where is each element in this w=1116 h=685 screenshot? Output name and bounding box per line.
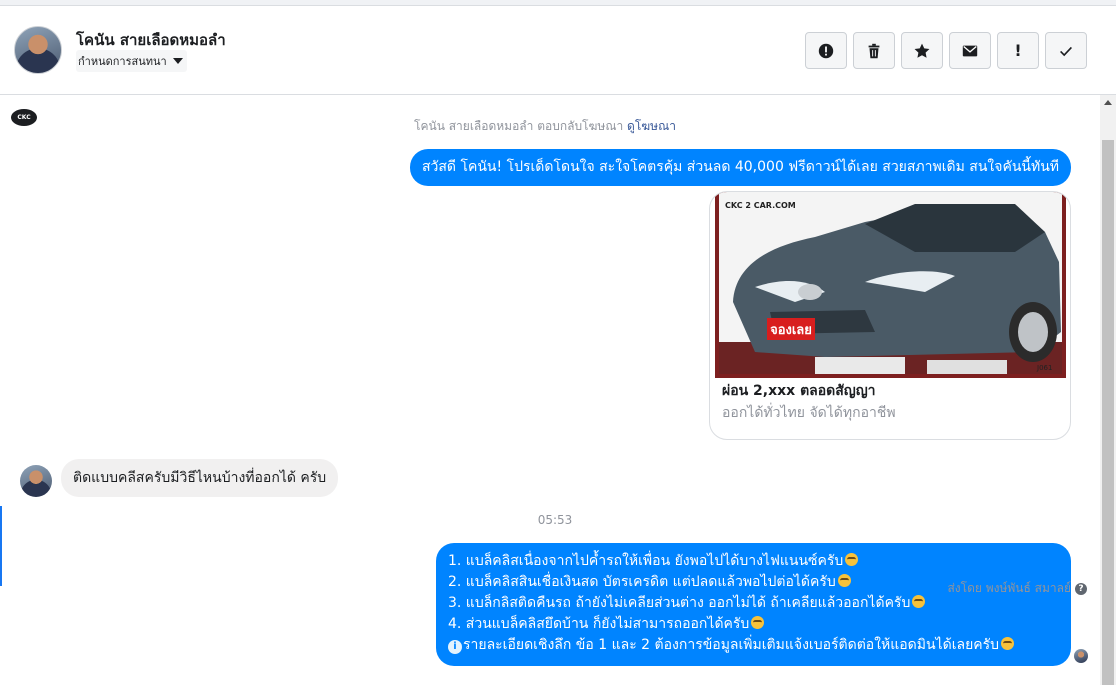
mark-unread-button[interactable] <box>949 32 991 69</box>
important-button[interactable]: ! <box>997 32 1039 69</box>
reply-line-text: 4. ส่วนแบล็คลิสยึดบ้าน ก็ยังไม่สามารถออก… <box>448 616 750 632</box>
delete-button[interactable] <box>853 32 895 69</box>
mark-done-button[interactable] <box>1045 32 1087 69</box>
reply-line: 1. แบล็คลิสเนื่องจากไปค้ำรถให้เพื่อน ยัง… <box>448 551 1059 572</box>
trash-icon <box>868 43 880 58</box>
incoming-message[interactable]: ติดแบบคลีสครับมีวิธีไหนบ้างที่ออกได้ ครั… <box>61 459 339 497</box>
ad-reply-text: โคนัน สายเลือดหมอลำ ตอบกลับโฆษณา <box>414 119 624 133</box>
scrollbar[interactable] <box>1100 95 1116 685</box>
ad-logo-text: CKC 2 CAR.COM <box>725 201 796 210</box>
message-thread[interactable]: CKC โคนัน สายเลือดหมอลำ ตอบกลับโฆษณา ดูโ… <box>0 95 1100 685</box>
scrollbar-thumb[interactable] <box>1102 140 1114 685</box>
smiley-emoji-icon <box>837 574 851 587</box>
outgoing-message[interactable]: สวัสดี โคนัน! โปรเด็ดโดนใจ สะใจโคตรคุ้ม … <box>409 149 1071 186</box>
contact-avatar[interactable] <box>14 26 62 74</box>
seen-avatar <box>1074 649 1088 663</box>
star-icon <box>914 43 930 58</box>
ad-card[interactable]: CKC 2 CAR.COM จองเลย J061 ผ่อน 2,xxx ตลอ… <box>709 191 1071 440</box>
sent-by-note: ส่งโดย พงษ์พันธ์ สมาลย์ ? <box>947 579 1087 598</box>
mark-spam-button[interactable] <box>805 32 847 69</box>
envelope-icon <box>962 45 978 56</box>
outgoing-message-reply[interactable]: 1. แบล็คลิสเนื่องจากไปค้ำรถให้เพื่อน ยัง… <box>436 543 1071 666</box>
exclamation-icon: ! <box>1014 41 1022 60</box>
ad-reply-note: โคนัน สายเลือดหมอลำ ตอบกลับโฆษณา ดูโฆษณา <box>0 117 1090 136</box>
sender-avatar[interactable] <box>20 465 52 497</box>
smiley-emoji-icon <box>1001 637 1015 650</box>
header-actions: ! <box>805 32 1087 69</box>
smiley-emoji-icon <box>912 595 926 608</box>
ad-title[interactable]: ผ่อน 2,xxx ตลอดสัญญา <box>722 380 876 402</box>
ad-subtitle: ออกได้ทั่วไทย จัดได้ทุกอาชีพ <box>722 405 896 421</box>
contact-name[interactable]: โคนัน สายเลือดหมอลำ <box>76 28 226 52</box>
check-icon <box>1060 46 1072 56</box>
reply-line-text: 1. แบล็คลิสเนื่องจากไปค้ำรถให้เพื่อน ยัง… <box>448 553 844 569</box>
smiley-emoji-icon <box>751 616 765 629</box>
info-icon: i <box>448 639 462 654</box>
caret-down-icon <box>172 58 183 64</box>
help-icon[interactable]: ? <box>1075 582 1087 595</box>
reply-line: i รายละเอียดเชิงลึก ข้อ 1 และ 2 ต้องการข้… <box>448 635 1059 656</box>
scroll-up-arrow-icon[interactable] <box>1104 100 1112 105</box>
star-button[interactable] <box>901 32 943 69</box>
reply-line: 4. ส่วนแบล็คลิสยึดบ้าน ก็ยังไม่สามารถออก… <box>448 614 1059 635</box>
assign-label: กำหนดการสนทนา <box>78 55 167 68</box>
view-ad-link[interactable]: ดูโฆษณา <box>627 119 676 133</box>
conversation-header: โคนัน สายเลือดหมอลำ กำหนดการสนทนา ! <box>0 6 1116 95</box>
message-timestamp: 05:53 <box>537 513 573 527</box>
alert-circle-icon <box>818 43 834 58</box>
reply-line-text: รายละเอียดเชิงลึก ข้อ 1 และ 2 ต้องการข้อ… <box>463 637 1000 653</box>
assign-conversation-dropdown[interactable]: กำหนดการสนทนา <box>76 50 187 72</box>
sent-by-text: ส่งโดย พงษ์พันธ์ สมาลย์ <box>947 581 1071 595</box>
ad-badge-text: จองเลย <box>770 323 812 338</box>
left-edge-marker <box>0 506 2 586</box>
reply-line-text: 3. แบล็กลิสติดคืนรถ ถ้ายังไม่เคลียส่วนต่… <box>448 595 911 611</box>
ad-car-image[interactable]: CKC 2 CAR.COM จองเลย J061 <box>715 192 1066 378</box>
reply-line-text: 2. แบล็คลิสสินเชื่อเงินสด บัตรเครดิต แต่… <box>448 574 836 590</box>
ad-code-text: J061 <box>1036 364 1052 372</box>
smiley-emoji-icon <box>845 553 859 566</box>
